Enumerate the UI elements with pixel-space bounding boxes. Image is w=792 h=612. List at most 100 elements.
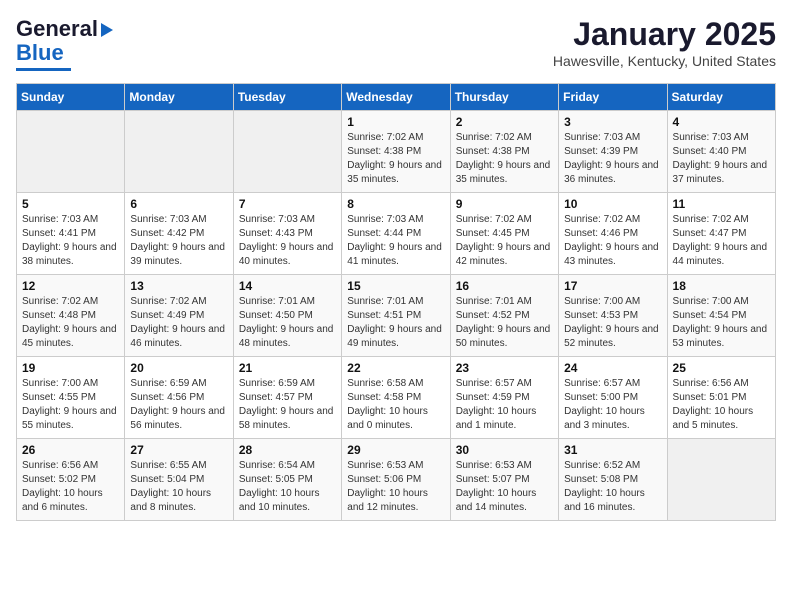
header-friday: Friday — [559, 84, 667, 111]
day-detail: Sunrise: 7:01 AM Sunset: 4:50 PM Dayligh… — [239, 295, 336, 351]
day-number: 9 — [456, 197, 553, 211]
day-number: 23 — [456, 361, 553, 375]
day-number: 11 — [673, 197, 770, 211]
calendar-cell: 17 Sunrise: 7:00 AM Sunset: 4:53 PM Dayli… — [559, 275, 667, 357]
day-detail: Sunrise: 7:03 AM Sunset: 4:41 PM Dayligh… — [22, 213, 119, 269]
calendar-cell: 11 Sunrise: 7:02 AM Sunset: 4:47 PM Dayli… — [667, 193, 775, 275]
calendar-cell: 31 Sunrise: 6:52 AM Sunset: 5:08 PM Dayli… — [559, 439, 667, 521]
day-detail: Sunrise: 7:03 AM Sunset: 4:39 PM Dayligh… — [564, 131, 661, 187]
day-number: 13 — [130, 279, 227, 293]
calendar-cell: 25Sunrise: 6:56 AM Sunset: 5:01 PM Dayli… — [667, 357, 775, 439]
day-detail: Sunrise: 7:03 AM Sunset: 4:40 PM Dayligh… — [673, 131, 770, 187]
day-number: 1 — [347, 115, 444, 129]
day-number: 17 — [564, 279, 661, 293]
title-area: January 2025 Hawesville, Kentucky, Unite… — [553, 16, 776, 69]
calendar-cell: 10 Sunrise: 7:02 AM Sunset: 4:46 PM Dayli… — [559, 193, 667, 275]
calendar-cell: 15 Sunrise: 7:01 AM Sunset: 4:51 PM Dayli… — [342, 275, 450, 357]
day-detail: Sunrise: 6:53 AM Sunset: 5:06 PM Dayligh… — [347, 459, 444, 515]
logo-general: General — [16, 16, 98, 42]
day-detail: Sunrise: 7:02 AM Sunset: 4:46 PM Dayligh… — [564, 213, 661, 269]
day-number: 5 — [22, 197, 119, 211]
header-wednesday: Wednesday — [342, 84, 450, 111]
header-monday: Monday — [125, 84, 233, 111]
day-detail: Sunrise: 6:57 AM Sunset: 5:00 PM Dayligh… — [564, 377, 661, 433]
calendar-cell: 5 Sunrise: 7:03 AM Sunset: 4:41 PM Daylig… — [17, 193, 125, 275]
day-detail: Sunrise: 6:56 AM Sunset: 5:02 PM Dayligh… — [22, 459, 119, 515]
day-number: 18 — [673, 279, 770, 293]
calendar-cell — [233, 111, 341, 193]
calendar-cell: 30Sunrise: 6:53 AM Sunset: 5:07 PM Dayli… — [450, 439, 558, 521]
logo: General Blue — [16, 16, 113, 71]
calendar-cell: 1 Sunrise: 7:02 AM Sunset: 4:38 PM Daylig… — [342, 111, 450, 193]
day-number: 20 — [130, 361, 227, 375]
calendar-cell: 8Sunrise: 7:03 AM Sunset: 4:44 PM Daylig… — [342, 193, 450, 275]
header-thursday: Thursday — [450, 84, 558, 111]
calendar-header-row: SundayMondayTuesdayWednesdayThursdayFrid… — [17, 84, 776, 111]
logo-blue: Blue — [16, 40, 64, 66]
page-header: General Blue January 2025 Hawesville, Ke… — [16, 16, 776, 71]
calendar-cell: 29 Sunrise: 6:53 AM Sunset: 5:06 PM Dayli… — [342, 439, 450, 521]
calendar-cell: 6 Sunrise: 7:03 AM Sunset: 4:42 PM Daylig… — [125, 193, 233, 275]
calendar-cell: 23 Sunrise: 6:57 AM Sunset: 4:59 PM Dayli… — [450, 357, 558, 439]
calendar-cell: 20 Sunrise: 6:59 AM Sunset: 4:56 PM Dayli… — [125, 357, 233, 439]
day-number: 26 — [22, 443, 119, 457]
day-number: 28 — [239, 443, 336, 457]
day-number: 31 — [564, 443, 661, 457]
calendar-cell: 7 Sunrise: 7:03 AM Sunset: 4:43 PM Daylig… — [233, 193, 341, 275]
week-row-4: 26 Sunrise: 6:56 AM Sunset: 5:02 PM Dayli… — [17, 439, 776, 521]
day-number: 15 — [347, 279, 444, 293]
header-tuesday: Tuesday — [233, 84, 341, 111]
calendar-cell: 13 Sunrise: 7:02 AM Sunset: 4:49 PM Dayli… — [125, 275, 233, 357]
calendar-cell: 27 Sunrise: 6:55 AM Sunset: 5:04 PM Dayli… — [125, 439, 233, 521]
calendar-cell: 12 Sunrise: 7:02 AM Sunset: 4:48 PM Dayli… — [17, 275, 125, 357]
day-detail: Sunrise: 6:52 AM Sunset: 5:08 PM Dayligh… — [564, 459, 661, 515]
week-row-0: 1 Sunrise: 7:02 AM Sunset: 4:38 PM Daylig… — [17, 111, 776, 193]
logo-arrow-icon — [101, 23, 113, 37]
calendar-cell — [17, 111, 125, 193]
day-number: 21 — [239, 361, 336, 375]
calendar-cell: 14 Sunrise: 7:01 AM Sunset: 4:50 PM Dayli… — [233, 275, 341, 357]
day-detail: Sunrise: 7:03 AM Sunset: 4:44 PM Dayligh… — [347, 213, 444, 269]
calendar-cell: 28Sunrise: 6:54 AM Sunset: 5:05 PM Dayli… — [233, 439, 341, 521]
day-detail: Sunrise: 6:58 AM Sunset: 4:58 PM Dayligh… — [347, 377, 444, 433]
day-number: 6 — [130, 197, 227, 211]
calendar-subtitle: Hawesville, Kentucky, United States — [553, 53, 776, 69]
day-detail: Sunrise: 6:59 AM Sunset: 4:56 PM Dayligh… — [130, 377, 227, 433]
calendar-cell: 3 Sunrise: 7:03 AM Sunset: 4:39 PM Daylig… — [559, 111, 667, 193]
day-detail: Sunrise: 7:01 AM Sunset: 4:52 PM Dayligh… — [456, 295, 553, 351]
day-detail: Sunrise: 6:55 AM Sunset: 5:04 PM Dayligh… — [130, 459, 227, 515]
day-number: 19 — [22, 361, 119, 375]
day-detail: Sunrise: 7:02 AM Sunset: 4:48 PM Dayligh… — [22, 295, 119, 351]
calendar-cell — [125, 111, 233, 193]
logo-underline — [16, 68, 71, 71]
calendar-cell: 22 Sunrise: 6:58 AM Sunset: 4:58 PM Dayli… — [342, 357, 450, 439]
day-number: 4 — [673, 115, 770, 129]
day-detail: Sunrise: 7:00 AM Sunset: 4:54 PM Dayligh… — [673, 295, 770, 351]
day-detail: Sunrise: 7:02 AM Sunset: 4:49 PM Dayligh… — [130, 295, 227, 351]
day-number: 3 — [564, 115, 661, 129]
day-number: 12 — [22, 279, 119, 293]
header-sunday: Sunday — [17, 84, 125, 111]
day-detail: Sunrise: 6:59 AM Sunset: 4:57 PM Dayligh… — [239, 377, 336, 433]
day-number: 22 — [347, 361, 444, 375]
day-number: 16 — [456, 279, 553, 293]
day-detail: Sunrise: 7:02 AM Sunset: 4:38 PM Dayligh… — [347, 131, 444, 187]
day-number: 14 — [239, 279, 336, 293]
calendar-cell: 19Sunrise: 7:00 AM Sunset: 4:55 PM Dayli… — [17, 357, 125, 439]
day-number: 10 — [564, 197, 661, 211]
day-number: 29 — [347, 443, 444, 457]
day-number: 27 — [130, 443, 227, 457]
day-detail: Sunrise: 7:03 AM Sunset: 4:42 PM Dayligh… — [130, 213, 227, 269]
day-detail: Sunrise: 7:00 AM Sunset: 4:53 PM Dayligh… — [564, 295, 661, 351]
day-number: 7 — [239, 197, 336, 211]
day-detail: Sunrise: 7:01 AM Sunset: 4:51 PM Dayligh… — [347, 295, 444, 351]
calendar-cell: 9Sunrise: 7:02 AM Sunset: 4:45 PM Daylig… — [450, 193, 558, 275]
day-number: 25 — [673, 361, 770, 375]
day-detail: Sunrise: 6:57 AM Sunset: 4:59 PM Dayligh… — [456, 377, 553, 433]
day-detail: Sunrise: 7:02 AM Sunset: 4:38 PM Dayligh… — [456, 131, 553, 187]
day-detail: Sunrise: 6:53 AM Sunset: 5:07 PM Dayligh… — [456, 459, 553, 515]
calendar-cell — [667, 439, 775, 521]
day-detail: Sunrise: 7:02 AM Sunset: 4:47 PM Dayligh… — [673, 213, 770, 269]
day-detail: Sunrise: 7:03 AM Sunset: 4:43 PM Dayligh… — [239, 213, 336, 269]
calendar-table: SundayMondayTuesdayWednesdayThursdayFrid… — [16, 83, 776, 521]
